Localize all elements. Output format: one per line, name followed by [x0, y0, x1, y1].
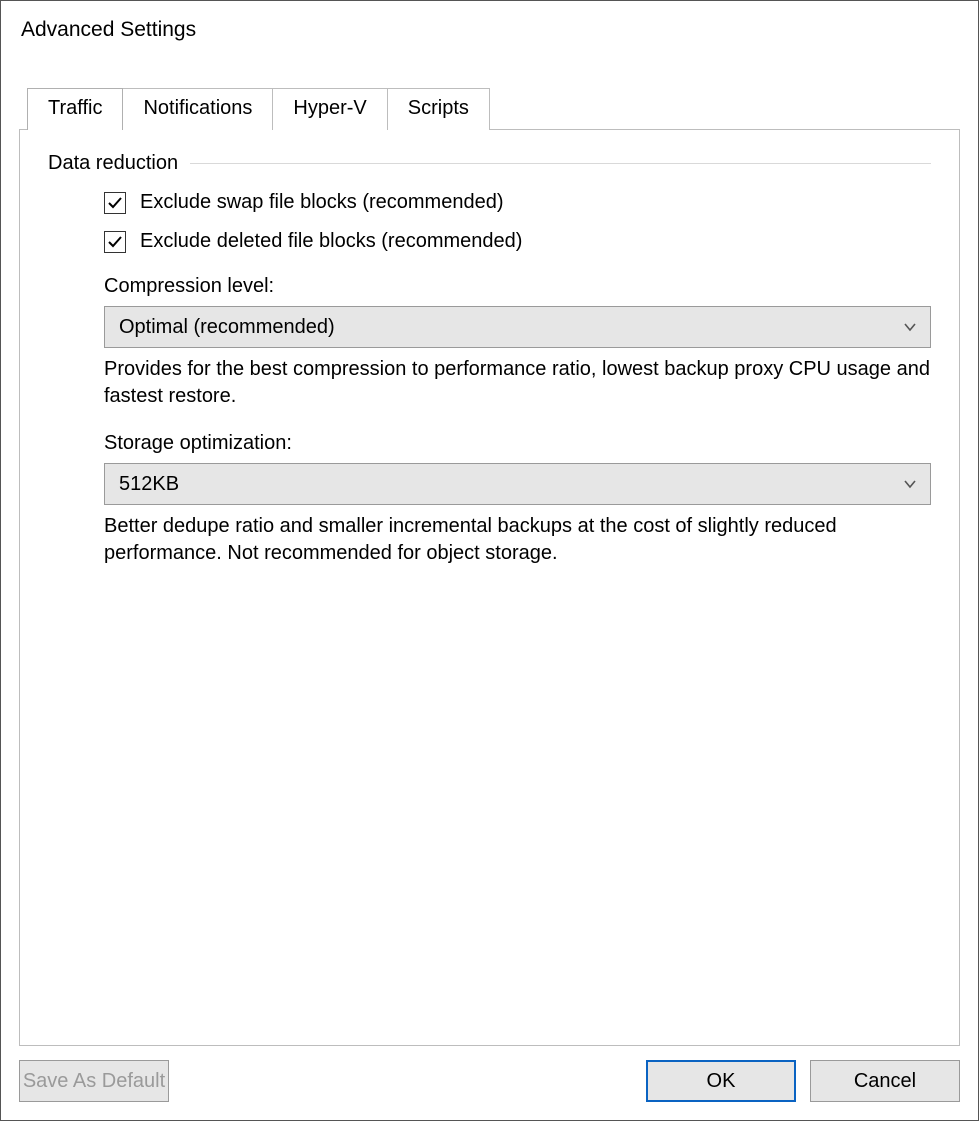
tab-label: Notifications	[143, 97, 252, 119]
ok-button[interactable]: OK	[646, 1060, 796, 1102]
window-title: Advanced Settings	[21, 18, 918, 42]
tab-label: Hyper-V	[293, 97, 366, 119]
close-button[interactable]	[918, 6, 966, 54]
tab-notifications[interactable]: Notifications	[122, 88, 273, 130]
cancel-button[interactable]: Cancel	[810, 1060, 960, 1102]
tab-traffic[interactable]: Traffic	[27, 88, 123, 130]
storage-optimization-label: Storage optimization:	[104, 432, 931, 455]
save-as-default-button: Save As Default	[19, 1060, 169, 1102]
tab-label: Traffic	[48, 97, 102, 119]
tabpanel-traffic: Data reduction Exclude swap file blocks …	[19, 129, 960, 1046]
dropdown-value: Optimal (recommended)	[119, 316, 900, 339]
checkbox-icon	[104, 231, 126, 253]
titlebar: Advanced Settings	[1, 1, 978, 59]
group-label: Data reduction	[48, 152, 178, 175]
storage-optimization-hint: Better dedupe ratio and smaller incremen…	[104, 513, 931, 567]
checkbox-label: Exclude deleted file blocks (recommended…	[140, 230, 522, 253]
button-label: Save As Default	[23, 1070, 165, 1093]
advanced-settings-dialog: Advanced Settings Traffic Notifications …	[0, 0, 979, 1121]
checkbox-exclude-swap[interactable]: Exclude swap file blocks (recommended)	[104, 191, 931, 214]
dropdown-value: 512KB	[119, 473, 900, 496]
tab-scripts[interactable]: Scripts	[387, 88, 490, 130]
checkbox-exclude-deleted[interactable]: Exclude deleted file blocks (recommended…	[104, 230, 931, 253]
chevron-down-icon	[900, 474, 920, 494]
storage-optimization-dropdown[interactable]: 512KB	[104, 463, 931, 505]
tabstrip: Traffic Notifications Hyper-V Scripts	[19, 87, 960, 129]
compression-level-hint: Provides for the best compression to per…	[104, 356, 931, 410]
client-area: Traffic Notifications Hyper-V Scripts Da…	[1, 59, 978, 1120]
group-body: Exclude swap file blocks (recommended) E…	[48, 191, 931, 567]
checkbox-icon	[104, 192, 126, 214]
button-label: OK	[707, 1070, 736, 1093]
compression-level-dropdown[interactable]: Optimal (recommended)	[104, 306, 931, 348]
dialog-button-row: Save As Default OK Cancel	[19, 1060, 960, 1102]
tab-label: Scripts	[408, 97, 469, 119]
group-header-data-reduction: Data reduction	[48, 152, 931, 175]
button-label: Cancel	[854, 1070, 916, 1093]
chevron-down-icon	[900, 317, 920, 337]
compression-level-label: Compression level:	[104, 275, 931, 298]
checkbox-label: Exclude swap file blocks (recommended)	[140, 191, 504, 214]
group-divider	[190, 163, 931, 164]
tab-hyper-v[interactable]: Hyper-V	[272, 88, 387, 130]
